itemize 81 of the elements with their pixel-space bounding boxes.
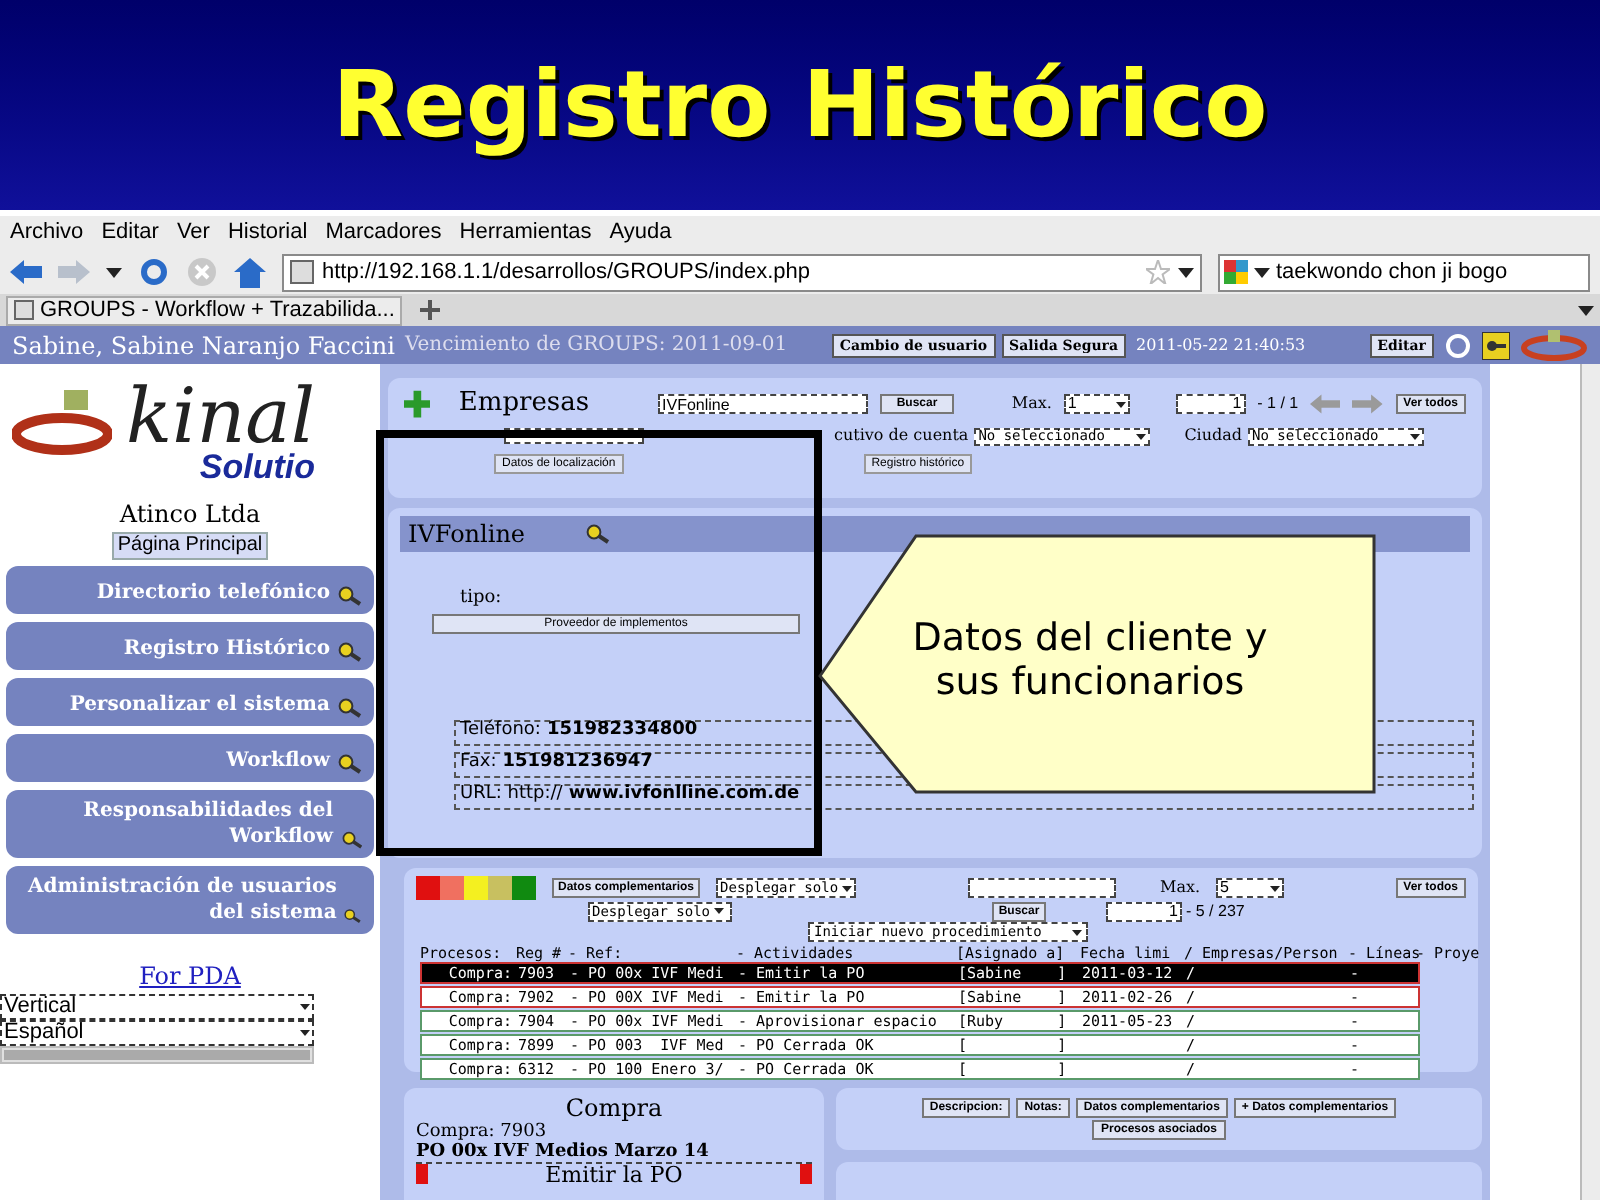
- dropdown-caret-icon[interactable]: [1115, 401, 1126, 407]
- page-input[interactable]: 1: [1106, 901, 1182, 921]
- dropdown-caret-icon[interactable]: [300, 1030, 310, 1036]
- key-icon[interactable]: [1482, 331, 1510, 359]
- magnifier-icon[interactable]: [338, 698, 362, 718]
- company-logo: kinal Solutio: [5, 380, 375, 490]
- dropdown-caret-icon[interactable]: [1578, 305, 1594, 315]
- max-select[interactable]: 1: [1063, 394, 1130, 414]
- filter-label: cutivo de cuenta: [834, 424, 969, 448]
- panel-title: Empresas: [456, 386, 592, 423]
- max-label: Max.: [1011, 392, 1052, 416]
- sidebar-menu-item[interactable]: Administración de usuarios del sistema: [6, 866, 374, 934]
- dropdown-caret-icon[interactable]: [1072, 929, 1082, 935]
- detail-title: Compra: [565, 1096, 663, 1122]
- company-name: Atinco Ltda: [119, 498, 261, 532]
- callout-text: Datos del cliente y sus funcionarios: [910, 616, 1270, 704]
- dropdown-caret-icon[interactable]: [1136, 433, 1147, 439]
- status-color-swatch[interactable]: [416, 876, 440, 900]
- magnifier-icon[interactable]: [338, 642, 362, 662]
- dropdown-caret-icon[interactable]: [1254, 267, 1270, 277]
- status-color-swatch[interactable]: [440, 876, 464, 900]
- magnifier-icon[interactable]: [338, 754, 362, 774]
- max-label: Max.: [1160, 876, 1201, 900]
- magnifier-icon[interactable]: [585, 524, 610, 544]
- dropdown-caret-icon[interactable]: [842, 885, 853, 891]
- expiry-text: Vencimiento de GROUPS: 2011-09-01: [404, 332, 788, 360]
- record-number: Compra: 7903: [416, 1122, 549, 1142]
- menu-item[interactable]: Herramientas: [459, 216, 592, 250]
- status-color-swatch[interactable]: [488, 876, 512, 900]
- menu-item[interactable]: Ver: [176, 216, 210, 250]
- menu-item[interactable]: Editar: [101, 216, 159, 250]
- dropdown-caret-icon[interactable]: [300, 1004, 310, 1010]
- star-icon[interactable]: [1146, 260, 1170, 284]
- timestamp: 2011-05-22 21:40:53: [1136, 333, 1306, 357]
- search-field[interactable]: taekwondo chon ji bogo: [1218, 253, 1590, 291]
- vertical-scrollbar[interactable]: [1580, 364, 1600, 1200]
- reload-icon[interactable]: [138, 256, 170, 288]
- menu-item[interactable]: Marcadores: [325, 216, 442, 250]
- max-select[interactable]: 5: [1216, 878, 1285, 898]
- home-button[interactable]: Página Principal: [111, 532, 269, 560]
- page-icon: [290, 260, 314, 284]
- logo-swirl-icon: [1520, 326, 1588, 364]
- page-icon: [14, 300, 34, 320]
- horizontal-scrollbar[interactable]: [0, 1046, 314, 1064]
- magnifier-icon[interactable]: [338, 586, 362, 606]
- dropdown-caret-icon[interactable]: [1178, 267, 1194, 277]
- user-name: Sabine, Sabine Naranjo Faccini: [12, 329, 395, 363]
- back-arrow-icon[interactable]: [10, 258, 42, 286]
- language-select[interactable]: Vertical: [0, 994, 314, 1020]
- sidebar-menu-item[interactable]: Responsabilidades del Workflow: [6, 790, 374, 858]
- new-tab-icon[interactable]: [418, 298, 443, 322]
- dropdown-caret-icon[interactable]: [1410, 433, 1421, 439]
- page-input[interactable]: 1: [1176, 394, 1246, 414]
- dropdown-caret-icon[interactable]: [1270, 885, 1281, 891]
- sidebar-menu-item[interactable]: Workflow: [6, 734, 374, 782]
- browser-tab[interactable]: GROUPS - Workflow + Trazabilida...: [6, 295, 403, 325]
- magnifier-icon[interactable]: [344, 906, 362, 926]
- menu-item[interactable]: Archivo: [10, 216, 84, 250]
- refresh-icon[interactable]: [1444, 331, 1472, 359]
- status-color-swatch[interactable]: [464, 876, 488, 900]
- filter-label: Ciudad: [1184, 424, 1243, 448]
- sidebar-menu-item[interactable]: Directorio telefónico: [6, 566, 374, 614]
- pda-link[interactable]: For PDA: [139, 958, 241, 994]
- magnifier-icon[interactable]: [341, 830, 362, 850]
- dropdown-caret-icon[interactable]: [714, 908, 725, 914]
- type-label: tipo:: [460, 586, 504, 612]
- page-range: - 1 / 1: [1257, 392, 1299, 416]
- page-range: - 5 / 237: [1186, 899, 1245, 923]
- search-input[interactable]: [968, 878, 1117, 898]
- sidebar-menu-item[interactable]: Personalizar el sistema: [6, 678, 374, 726]
- url-field[interactable]: http://192.168.1.1/desarrollos/GROUPS/index.php: [282, 253, 1202, 291]
- menu-item[interactable]: Historial: [227, 216, 308, 250]
- menu-item[interactable]: Ayuda: [609, 216, 672, 250]
- record-reference: PO 00x IVF Medios Marzo 14: [416, 1142, 711, 1162]
- activity-banner: Emitir la PO: [416, 1162, 812, 1188]
- slide-title: Registro Histórico: [332, 48, 1268, 162]
- search-input[interactable]: IVFonline: [658, 394, 869, 414]
- dropdown-caret-icon[interactable]: [106, 267, 122, 277]
- status-color-swatch[interactable]: [512, 876, 536, 900]
- home-icon[interactable]: [234, 257, 266, 287]
- sidebar-menu-item[interactable]: Registro Histórico: [6, 622, 374, 670]
